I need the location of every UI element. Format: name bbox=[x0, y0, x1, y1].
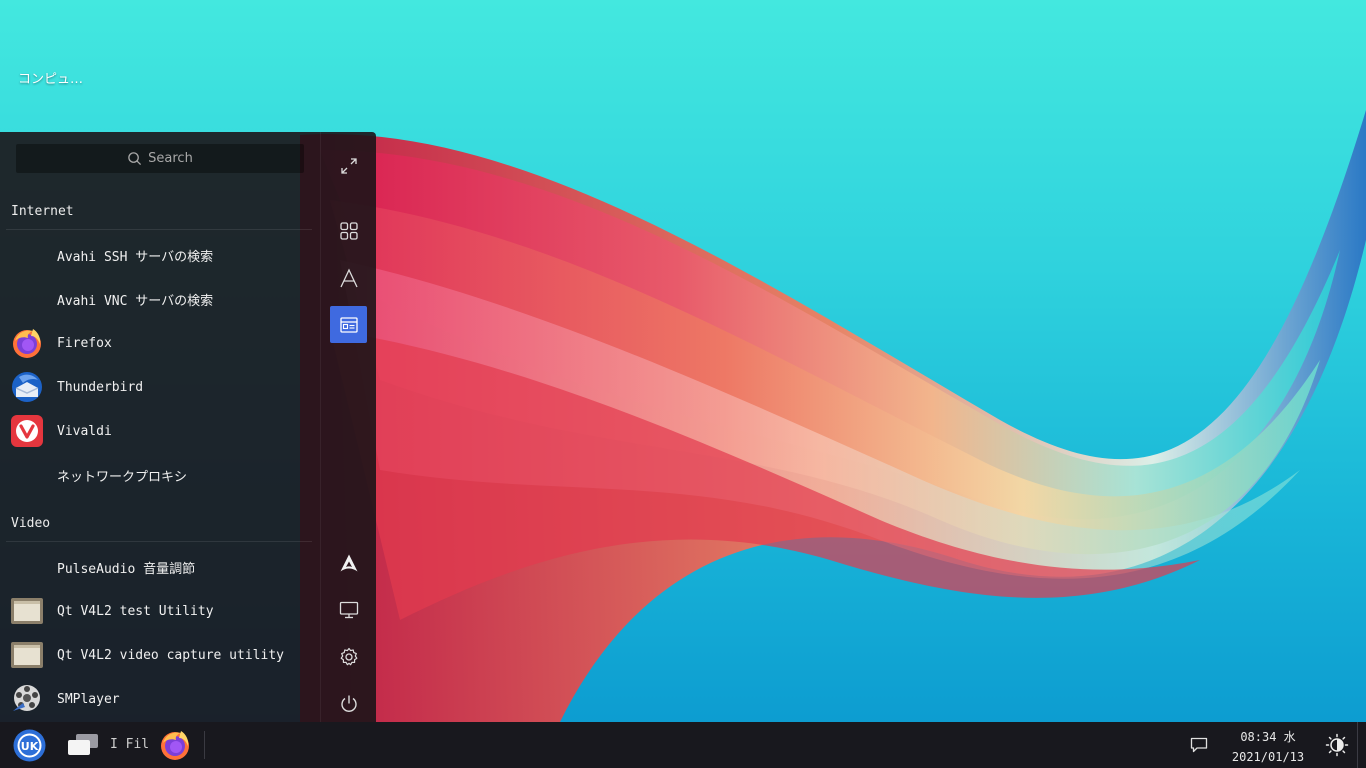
theme-toggle-icon[interactable] bbox=[1325, 733, 1349, 757]
taskbar: UK I Fil 08:34 水 2021/01/13 bbox=[0, 722, 1366, 768]
category-divider bbox=[6, 229, 312, 230]
fullscreen-icon bbox=[340, 157, 357, 174]
smplayer-icon bbox=[13, 685, 40, 711]
category-internet: Internet bbox=[11, 204, 74, 219]
category-video: Video bbox=[11, 516, 51, 531]
app-label: Thunderbird bbox=[57, 379, 144, 395]
clock[interactable]: 08:34 水 2021/01/13 bbox=[1226, 727, 1310, 767]
app-label: Avahi SSH サーバの検索 bbox=[57, 249, 214, 265]
search-input[interactable]: Search bbox=[16, 144, 304, 173]
taskbar-firefox-icon[interactable] bbox=[159, 729, 191, 761]
app-label: Qt V4L2 test Utility bbox=[57, 603, 214, 619]
app-item-firefox[interactable]: Firefox bbox=[0, 321, 312, 365]
app-item-network-proxy[interactable]: ネットワークプロキシ bbox=[0, 453, 312, 497]
taskbar-separator bbox=[204, 731, 205, 759]
app-item-qt-v4l2-test[interactable]: Qt V4L2 test Utility bbox=[0, 589, 312, 633]
app-item-avahi-vnc[interactable]: Avahi VNC サーバの検索 bbox=[0, 277, 312, 321]
app-item-thunderbird[interactable]: Thunderbird bbox=[0, 365, 312, 409]
app-label: Avahi VNC サーバの検索 bbox=[57, 293, 214, 309]
show-desktop-button[interactable] bbox=[1357, 722, 1366, 768]
search-placeholder: Search bbox=[148, 151, 193, 166]
settings-button[interactable] bbox=[330, 638, 367, 675]
generic-app-icon bbox=[11, 598, 43, 624]
file-manager-icon[interactable] bbox=[66, 733, 100, 757]
app-list: Search Internet Avahi SSH サーバの検索 Avahi V… bbox=[0, 132, 320, 722]
app-item-qt-v4l2-capture[interactable]: Qt V4L2 video capture utility bbox=[0, 633, 312, 677]
app-item-smplayer[interactable]: SMPlayer bbox=[0, 677, 312, 721]
computer-button[interactable] bbox=[330, 591, 367, 628]
app-item-vivaldi[interactable]: Vivaldi bbox=[0, 409, 312, 453]
category-view-button[interactable] bbox=[330, 306, 367, 343]
app-label: Firefox bbox=[57, 335, 112, 351]
letter-sort-icon bbox=[339, 267, 358, 287]
clock-date: 2021/01/13 bbox=[1231, 750, 1305, 764]
app-item-pulseaudio[interactable]: PulseAudio 音量調節 bbox=[0, 545, 312, 589]
desktop-icon-computer-label[interactable]: コンピュ… bbox=[18, 68, 83, 87]
all-apps-grid-icon bbox=[339, 221, 358, 240]
taskbar-files-label[interactable]: I Fil bbox=[110, 737, 149, 752]
vivaldi-icon bbox=[11, 415, 43, 447]
all-apps-button[interactable] bbox=[330, 212, 367, 249]
menu-side-panel bbox=[320, 132, 377, 722]
category-view-icon bbox=[339, 316, 358, 333]
app-label: Vivaldi bbox=[57, 423, 112, 439]
letter-sort-button[interactable] bbox=[330, 259, 367, 296]
search-icon bbox=[128, 152, 142, 166]
settings-gear-icon bbox=[340, 647, 357, 665]
category-divider bbox=[6, 541, 312, 542]
app-item-avahi-ssh[interactable]: Avahi SSH サーバの検索 bbox=[0, 233, 312, 277]
clock-time: 08:34 水 bbox=[1240, 730, 1296, 744]
firefox-icon bbox=[13, 329, 41, 358]
power-button[interactable] bbox=[330, 685, 367, 722]
notification-icon[interactable] bbox=[1190, 737, 1208, 753]
start-menu: Search Internet Avahi SSH サーバの検索 Avahi V… bbox=[0, 132, 376, 722]
fullscreen-button[interactable] bbox=[330, 147, 367, 184]
app-label: PulseAudio 音量調節 bbox=[57, 561, 196, 577]
power-icon bbox=[340, 695, 357, 712]
arch-logo-icon bbox=[340, 554, 357, 571]
app-label: ネットワークプロキシ bbox=[57, 469, 188, 485]
thunderbird-icon bbox=[12, 372, 42, 402]
computer-icon bbox=[339, 601, 358, 618]
svg-text:UK: UK bbox=[21, 740, 39, 753]
start-menu-button-icon[interactable]: UK bbox=[13, 729, 46, 762]
generic-app-icon bbox=[11, 642, 43, 668]
app-label: SMPlayer bbox=[57, 691, 120, 707]
app-label: Qt V4L2 video capture utility bbox=[57, 647, 284, 663]
arch-logo-button[interactable] bbox=[330, 544, 367, 581]
